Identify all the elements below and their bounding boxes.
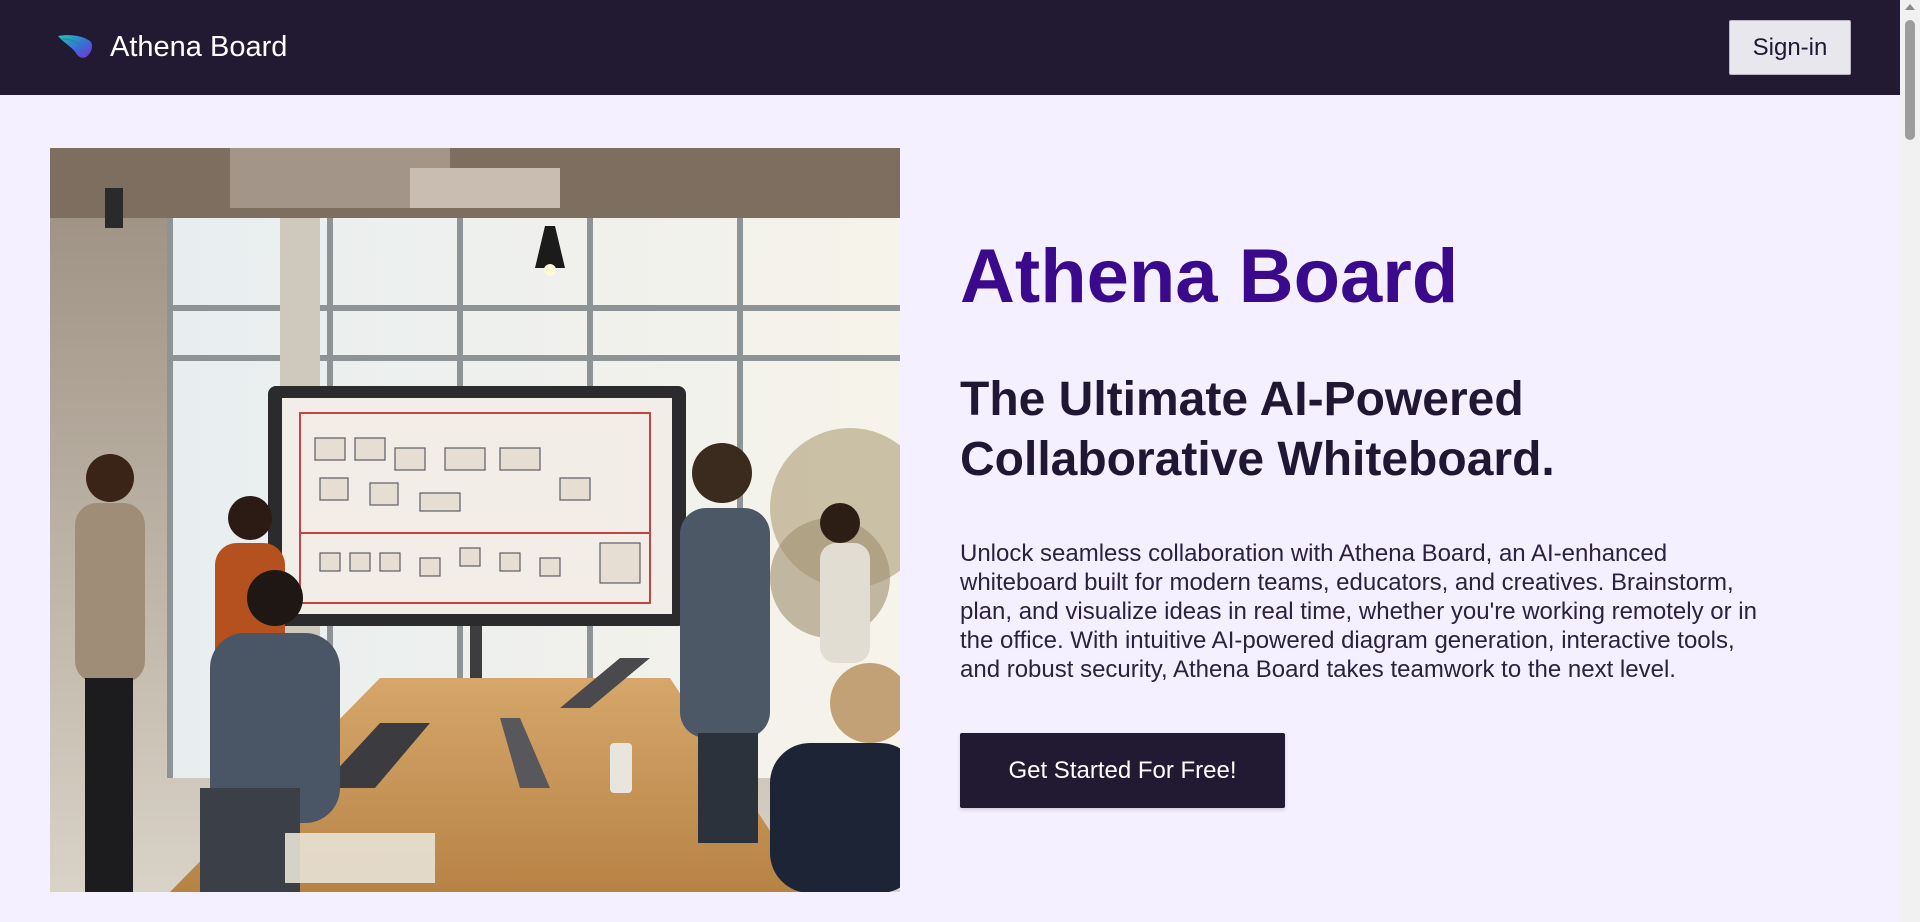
athena-logo-icon[interactable]	[56, 33, 94, 61]
hero-subtitle: The Ultimate AI-Powered Collaborative Wh…	[960, 373, 1555, 486]
hero-photo-illustration	[50, 148, 900, 892]
get-started-button[interactable]: Get Started For Free!	[960, 733, 1285, 808]
sign-in-button[interactable]: Sign-in	[1729, 20, 1851, 75]
hero-title: Athena Board	[960, 234, 1459, 319]
scroll-up-arrow-icon[interactable]	[1905, 4, 1915, 10]
hero-image	[50, 148, 900, 892]
hero-description: Unlock seamless collaboration with Athen…	[960, 540, 1757, 683]
brand-name[interactable]: Athena Board	[110, 30, 287, 64]
top-navbar: Athena Board Sign-in	[0, 0, 1900, 95]
scrollbar-thumb[interactable]	[1905, 20, 1915, 140]
